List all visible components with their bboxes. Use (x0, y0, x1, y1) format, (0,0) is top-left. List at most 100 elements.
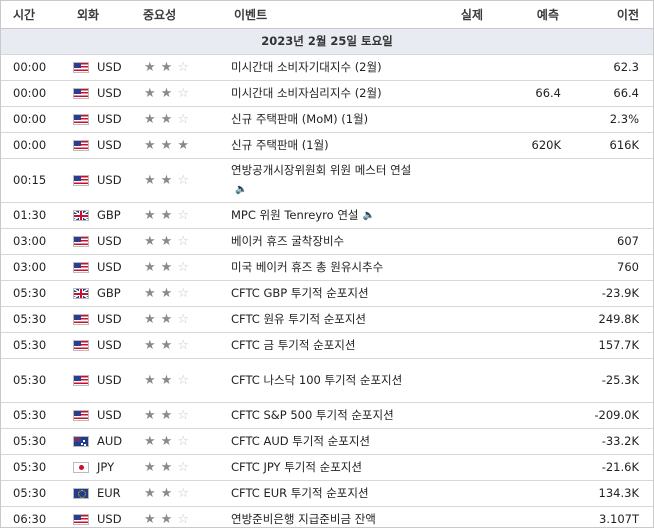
event-previous: 62.3 (569, 53, 653, 80)
event-previous: 66.4 (569, 79, 653, 106)
event-row[interactable]: 01:30 GBP ★★☆ MPC 위원 Tenreyro 연설 🔈 (1, 201, 653, 228)
header-importance[interactable]: 중요성 (143, 1, 231, 28)
header-time[interactable]: 시간 (1, 1, 69, 28)
event-row[interactable]: 03:00 USD ★★☆ 미국 베이커 휴즈 총 원유시추수 760 (1, 253, 653, 280)
event-actual (421, 105, 493, 132)
event-previous: -23.9K (569, 279, 653, 306)
star-filled-icon: ★ (144, 407, 161, 423)
event-currency-cell: USD (69, 357, 143, 402)
event-time: 00:15 (1, 157, 69, 202)
event-row[interactable]: 06:30 USD ★★☆ 연방준비은행 지급준비금 잔액 3.107T (1, 505, 653, 532)
event-actual (421, 427, 493, 454)
star-filled-icon: ★ (144, 85, 161, 101)
event-row[interactable]: 03:00 USD ★★☆ 베이커 휴즈 굴착장비수 607 (1, 227, 653, 254)
event-previous: -33.2K (569, 427, 653, 454)
star-empty-icon: ☆ (177, 459, 194, 475)
event-name-cell[interactable]: CFTC GBP 투기적 순포지션 (231, 279, 421, 306)
event-previous: 616K (569, 131, 653, 158)
event-row[interactable]: 05:30 GBP ★★☆ CFTC GBP 투기적 순포지션 -23.9K (1, 279, 653, 306)
event-name[interactable]: 미시간대 소비자심리지수 (2월) (231, 86, 382, 100)
event-name-cell[interactable]: CFTC S&P 500 투기적 순포지션 (231, 401, 421, 428)
event-name-cell[interactable]: CFTC JPY 투기적 순포지션 (231, 453, 421, 480)
event-currency-cell: USD (69, 79, 143, 106)
event-name-cell[interactable]: 연방공개시장위원회 위원 메스터 연설 🔈 (231, 157, 421, 202)
event-previous: -25.3K (569, 357, 653, 402)
event-currency: USD (97, 86, 122, 100)
event-name-cell[interactable]: MPC 위원 Tenreyro 연설 🔈 (231, 201, 421, 228)
event-name[interactable]: 연방준비은행 지급준비금 잔액 (231, 512, 376, 526)
flag-us-icon (73, 61, 89, 73)
event-time: 05:30 (1, 427, 69, 454)
star-filled-icon: ★ (160, 285, 178, 301)
event-name[interactable]: CFTC S&P 500 투기적 순포지션 (231, 408, 394, 422)
event-forecast (493, 279, 569, 306)
event-row[interactable]: 00:00 USD ★★☆ 신규 주택판매 (MoM) (1월) 2.3% (1, 105, 653, 132)
event-forecast (493, 453, 569, 480)
event-actual (421, 201, 493, 228)
event-name-cell[interactable]: 미국 베이커 휴즈 총 원유시추수 (231, 253, 421, 280)
event-currency-cell: GBP (69, 201, 143, 228)
event-row[interactable]: 00:00 USD ★★☆ 미시간대 소비자심리지수 (2월) 66.4 66.… (1, 79, 653, 106)
event-currency-cell: USD (69, 253, 143, 280)
event-row[interactable]: 05:30 EUR ★★☆ CFTC EUR 투기적 순포지션 134.3K (1, 479, 653, 506)
star-filled-icon: ★ (160, 233, 178, 249)
event-name[interactable]: 베이커 휴즈 굴착장비수 (231, 234, 344, 248)
event-row[interactable]: 00:15 USD ★★☆ 연방공개시장위원회 위원 메스터 연설🔈 (1, 157, 653, 202)
event-row[interactable]: 05:30 USD ★★☆ CFTC 금 투기적 순포지션 157.7K (1, 331, 653, 358)
event-importance: ★★☆ (143, 305, 231, 332)
event-row[interactable]: 05:30 USD ★★☆ CFTC S&P 500 투기적 순포지션 -209… (1, 401, 653, 428)
star-filled-icon: ★ (144, 433, 161, 449)
event-name[interactable]: CFTC EUR 투기적 순포지션 (231, 486, 369, 500)
event-name-cell[interactable]: 연방준비은행 지급준비금 잔액 (231, 505, 421, 532)
event-name[interactable]: CFTC 나스닥 100 투기적 순포지션 (231, 373, 402, 387)
event-name-cell[interactable]: CFTC EUR 투기적 순포지션 (231, 479, 421, 506)
event-currency: JPY (97, 460, 115, 474)
event-previous: 760 (569, 253, 653, 280)
header-event[interactable]: 이벤트 (231, 1, 421, 28)
star-empty-icon: ☆ (177, 285, 194, 301)
event-name-cell[interactable]: 미시간대 소비자기대지수 (2월) (231, 53, 421, 80)
event-currency-cell: USD (69, 227, 143, 254)
event-name-cell[interactable]: 신규 주택판매 (1월) (231, 131, 421, 158)
event-name[interactable]: 신규 주택판매 (MoM) (1월) (231, 112, 368, 126)
event-row[interactable]: 00:00 USD ★★★ 신규 주택판매 (1월) 620K 616K (1, 131, 653, 158)
event-name[interactable]: CFTC 원유 투기적 순포지션 (231, 312, 366, 326)
event-name[interactable]: 연방공개시장위원회 위원 메스터 연설 (231, 163, 411, 177)
event-time: 00:00 (1, 53, 69, 80)
event-name[interactable]: CFTC 금 투기적 순포지션 (231, 338, 355, 352)
event-time: 01:30 (1, 201, 69, 228)
event-name[interactable]: CFTC GBP 투기적 순포지션 (231, 286, 369, 300)
flag-eu-icon (73, 487, 89, 499)
event-row[interactable]: 05:30 USD ★★☆ CFTC 나스닥 100 투기적 순포지션 -25.… (1, 357, 653, 402)
star-empty-icon: ☆ (177, 85, 194, 101)
header-previous[interactable]: 이전 (569, 1, 653, 28)
event-currency: USD (97, 260, 122, 274)
event-forecast (493, 53, 569, 80)
event-row[interactable]: 05:30 JPY ★★☆ CFTC JPY 투기적 순포지션 -21.6K (1, 453, 653, 480)
event-name-cell[interactable]: CFTC 금 투기적 순포지션 (231, 331, 421, 358)
event-name[interactable]: 미시간대 소비자기대지수 (2월) (231, 60, 382, 74)
header-actual[interactable]: 실제 (421, 1, 493, 28)
event-time: 05:30 (1, 305, 69, 332)
event-row[interactable]: 05:30 AUD ★★☆ CFTC AUD 투기적 순포지션 -33.2K (1, 427, 653, 454)
event-row[interactable]: 00:00 USD ★★☆ 미시간대 소비자기대지수 (2월) 62.3 (1, 53, 653, 80)
event-name[interactable]: 미국 베이커 휴즈 총 원유시추수 (231, 260, 383, 274)
event-name[interactable]: CFTC JPY 투기적 순포지션 (231, 460, 362, 474)
header-forecast[interactable]: 예측 (493, 1, 569, 28)
event-row[interactable]: 05:30 USD ★★☆ CFTC 원유 투기적 순포지션 249.8K (1, 305, 653, 332)
event-name[interactable]: 신규 주택판매 (1월) (231, 138, 329, 152)
event-name[interactable]: CFTC AUD 투기적 순포지션 (231, 434, 370, 448)
event-name[interactable]: MPC 위원 Tenreyro 연설 (231, 208, 358, 222)
event-name-cell[interactable]: 미시간대 소비자심리지수 (2월) (231, 79, 421, 106)
event-name-cell[interactable]: CFTC 원유 투기적 순포지션 (231, 305, 421, 332)
flag-us-icon (73, 374, 89, 386)
star-filled-icon: ★ (144, 511, 161, 527)
event-currency: USD (97, 312, 122, 326)
event-name-cell[interactable]: CFTC 나스닥 100 투기적 순포지션 (231, 357, 421, 402)
event-name-cell[interactable]: 신규 주택판매 (MoM) (1월) (231, 105, 421, 132)
event-name-cell[interactable]: CFTC AUD 투기적 순포지션 (231, 427, 421, 454)
event-currency-cell: USD (69, 131, 143, 158)
header-currency[interactable]: 외화 (69, 1, 143, 28)
event-name-cell[interactable]: 베이커 휴즈 굴착장비수 (231, 227, 421, 254)
star-filled-icon: ★ (160, 259, 178, 275)
